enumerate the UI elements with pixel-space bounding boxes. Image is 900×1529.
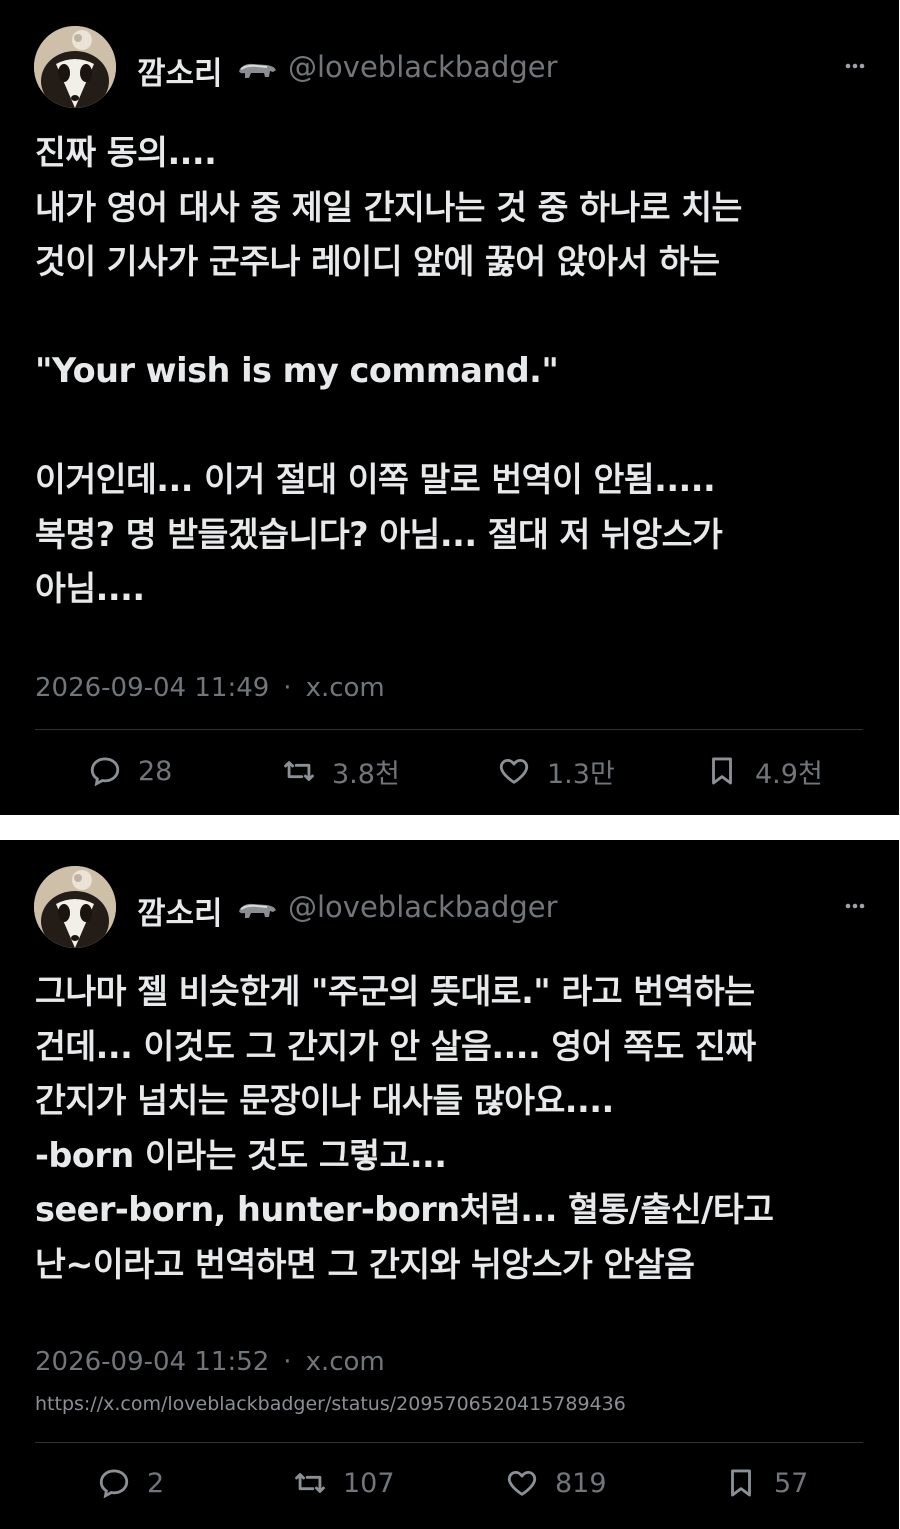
display-name[interactable]: 깜소리 [137, 48, 223, 93]
tweet-text: 진짜 동의.... 내가 영어 대사 중 제일 간지나는 것 중 하나로 치는 … [35, 133, 742, 608]
user-handle[interactable]: @loveblackbadger [288, 50, 558, 84]
divider [35, 1442, 863, 1443]
more-options-icon[interactable] [844, 895, 866, 917]
user-handle[interactable]: @loveblackbadger [288, 890, 558, 924]
tweet-card: 깜소리 @loveblackbadger 진짜 동의.... 내가 영어 대사 … [0, 0, 899, 815]
like-count: 819 [555, 1467, 607, 1499]
bookmark-icon [731, 1469, 751, 1497]
divider [35, 729, 863, 730]
bookmark-count: 57 [774, 1467, 809, 1499]
tweet-text: 그나마 젤 비슷한게 "주군의 뜻대로." 라고 번역하는 건데... 이것도 … [35, 972, 774, 1284]
bookmark-button[interactable]: 4.9천 [705, 741, 823, 801]
reply-button[interactable]: 28 [88, 741, 172, 801]
source-link[interactable]: x.com [306, 1347, 385, 1377]
tweet-meta: 2026-09-04 11:52 · x.com [35, 1347, 385, 1377]
status-url[interactable]: https://x.com/loveblackbadger/status/209… [35, 1393, 626, 1415]
reply-button[interactable]: 2 [97, 1453, 164, 1513]
badger-icon [239, 63, 276, 78]
like-button[interactable]: 1.3만 [497, 741, 615, 801]
retweet-count: 107 [343, 1467, 395, 1499]
separator-dot: · [283, 673, 292, 703]
bookmark-button[interactable]: 57 [724, 1453, 808, 1513]
bookmark-count: 4.9천 [755, 758, 823, 790]
reply-count: 2 [147, 1467, 165, 1499]
source-link[interactable]: x.com [306, 673, 385, 703]
reply-icon [90, 757, 120, 787]
display-name[interactable]: 깜소리 [137, 888, 223, 933]
more-options-icon[interactable] [844, 55, 866, 77]
separator-dot: · [283, 1347, 292, 1377]
tweet-card: 깜소리 @loveblackbadger 그나마 젤 비슷한게 "주군의 뜻대로… [0, 840, 899, 1529]
timestamp[interactable]: 2026-09-04 11:49 [35, 673, 269, 703]
retweet-button[interactable]: 107 [293, 1453, 395, 1513]
heart-icon [507, 1470, 537, 1496]
tweet-meta: 2026-09-04 11:49 · x.com [35, 673, 385, 703]
bookmark-icon [712, 757, 732, 785]
reply-count: 28 [138, 755, 173, 787]
heart-icon [499, 758, 529, 784]
retweet-icon [295, 1473, 325, 1493]
avatar[interactable] [34, 866, 116, 948]
timestamp[interactable]: 2026-09-04 11:52 [35, 1347, 269, 1377]
retweet-count: 3.8천 [332, 758, 400, 790]
badger-icon [239, 903, 276, 918]
retweet-icon [284, 761, 314, 781]
action-bar: 2 107 819 57 [0, 1453, 899, 1513]
action-bar: 28 3.8천 1.3만 4.9천 [0, 741, 899, 801]
like-count: 1.3만 [547, 758, 615, 790]
avatar[interactable] [34, 26, 116, 108]
retweet-button[interactable]: 3.8천 [282, 741, 400, 801]
reply-icon [99, 1469, 129, 1499]
like-button[interactable]: 819 [505, 1453, 607, 1513]
